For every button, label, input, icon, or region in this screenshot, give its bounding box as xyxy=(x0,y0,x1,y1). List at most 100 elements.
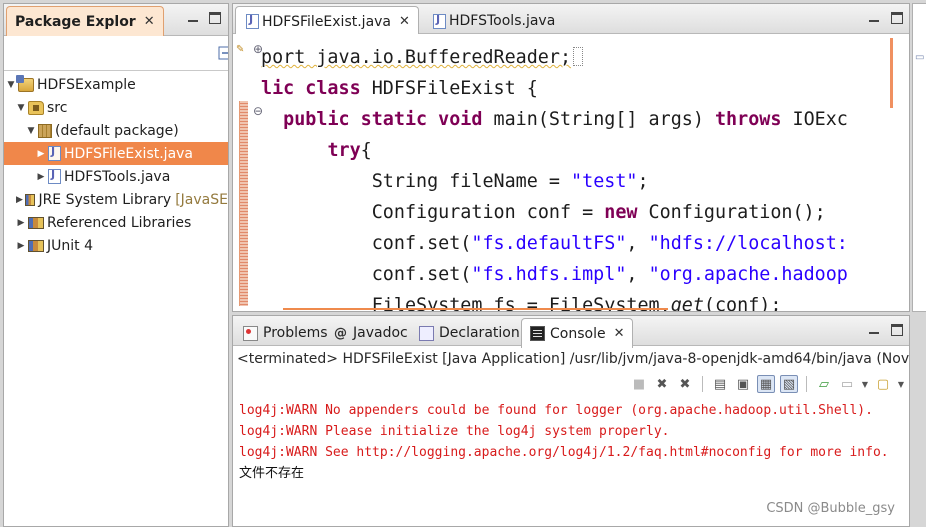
library-icon xyxy=(28,216,44,229)
toolbar-separator xyxy=(702,376,703,392)
collapsed-triangle-icon[interactable]: ▶ xyxy=(16,241,26,251)
project-tree: ▼ HDFSExample ▼ src ▼ (default package) … xyxy=(4,70,228,254)
terminate-icon[interactable]: ■ xyxy=(630,375,648,393)
overview-ruler-marker xyxy=(890,38,893,108)
tree-item-jre-library[interactable]: ▶ JRE System Library [JavaSE xyxy=(4,188,228,211)
tree-item-label: Referenced Libraries xyxy=(47,214,192,231)
problems-icon xyxy=(243,325,258,341)
outline-icon[interactable]: ▭ xyxy=(915,52,924,63)
tab-problems[interactable]: Problems xyxy=(235,318,336,348)
chevron-down-icon[interactable]: ▼ xyxy=(861,375,869,393)
scroll-lock-icon[interactable]: ▣ xyxy=(734,375,752,393)
pin-console-icon[interactable]: ▱ xyxy=(815,375,833,393)
code-line: public static void main(String[] args) t… xyxy=(283,109,848,130)
maximize-icon[interactable] xyxy=(209,12,221,24)
java-file-icon xyxy=(48,145,61,161)
source-code: port java.io.BufferedReader; lic class HD… xyxy=(261,42,848,311)
toolbar-separator xyxy=(806,376,807,392)
java-file-icon xyxy=(48,168,61,184)
console-line: log4j:WARN No appenders could be found f… xyxy=(239,403,873,418)
console-line: log4j:WARN See http://logging.apache.org… xyxy=(239,445,889,460)
collapse-all-icon[interactable] xyxy=(218,46,228,64)
tab-label: Problems xyxy=(263,325,328,341)
console-line: log4j:WARN Please initialize the log4j s… xyxy=(239,424,670,439)
library-icon xyxy=(24,193,36,206)
package-explorer-view: Package Explor ✕ ▼ ▼ HDFSExample ▼ src ▼… xyxy=(3,3,229,527)
tab-hdfsfileexist[interactable]: HDFSFileExist.java ✕ xyxy=(235,6,419,36)
source-folder-icon xyxy=(28,100,44,115)
warning-marker-icon: ✎ xyxy=(236,44,245,55)
declaration-icon xyxy=(419,325,434,341)
cursor xyxy=(573,47,584,66)
tab-label: Declaration xyxy=(439,325,520,341)
minimize-icon[interactable] xyxy=(188,14,198,22)
editor-tabbar: HDFSFileExist.java ✕ HDFSTools.java xyxy=(233,4,909,36)
expand-triangle-icon[interactable]: ▼ xyxy=(16,103,26,113)
collapsed-triangle-icon[interactable]: ▶ xyxy=(16,218,26,228)
code-line: Configuration conf = new Configuration()… xyxy=(371,202,826,223)
tab-javadoc[interactable]: @ Javadoc xyxy=(325,318,416,348)
collapsed-triangle-icon[interactable]: ▶ xyxy=(36,172,46,182)
tab-label: Javadoc xyxy=(353,325,408,341)
show-on-stderr-icon[interactable]: ▧ xyxy=(780,375,798,393)
show-on-stdout-icon[interactable]: ▦ xyxy=(757,375,775,393)
expand-triangle-icon[interactable]: ▼ xyxy=(26,126,36,136)
package-explorer-toolbar: ▼ xyxy=(148,38,228,68)
library-icon xyxy=(28,239,44,252)
tree-item-label: src xyxy=(47,99,68,116)
remove-all-terminated-icon[interactable]: ✖ xyxy=(676,375,694,393)
console-view: Problems @ Javadoc Declaration Console ✕… xyxy=(232,315,910,527)
tab-hdfstools[interactable]: HDFSTools.java xyxy=(423,6,563,36)
maximize-icon[interactable] xyxy=(891,12,903,24)
tree-item-hdfstools[interactable]: ▶ HDFSTools.java xyxy=(4,165,228,188)
code-editor[interactable]: ✎ ⊕ ⊖ port java.io.BufferedReader; lic cl… xyxy=(233,34,909,311)
clear-console-icon[interactable]: ▤ xyxy=(711,375,729,393)
tree-item-label: (default package) xyxy=(55,122,179,139)
close-icon[interactable]: ✕ xyxy=(399,14,410,29)
close-icon[interactable]: ✕ xyxy=(144,14,155,29)
tab-label: Package Explor xyxy=(15,13,136,30)
collapsed-side-view[interactable]: ▭ xyxy=(912,3,926,312)
tree-item-junit[interactable]: ▶ JUnit 4 xyxy=(4,234,228,257)
maximize-icon[interactable] xyxy=(891,324,903,336)
console-line: 文件不存在 xyxy=(239,466,305,481)
tree-item-hdfsfileexist[interactable]: ▶ HDFSFileExist.java xyxy=(4,142,228,165)
tree-item-label: JUnit 4 xyxy=(47,237,93,254)
code-line: lic class HDFSFileExist { xyxy=(261,78,538,99)
code-line: try{ xyxy=(327,140,372,161)
tab-console[interactable]: Console ✕ xyxy=(521,318,634,348)
code-line: port java.io.BufferedReader; xyxy=(261,42,848,73)
collapsed-triangle-icon[interactable]: ▶ xyxy=(16,195,23,205)
watermark: CSDN @Bubble_gsy xyxy=(766,501,895,516)
code-line: String fileName = "test"; xyxy=(371,171,649,192)
tree-item-default-package[interactable]: ▼ (default package) xyxy=(4,119,228,142)
display-selected-console-icon[interactable]: ▭ xyxy=(838,375,856,393)
console-toolbar: ■ ✖ ✖ ▤ ▣ ▦ ▧ ▱ ▭ ▼ ▢ ▼ xyxy=(630,372,905,396)
change-markers xyxy=(239,101,248,306)
editor-view: HDFSFileExist.java ✕ HDFSTools.java ✎ ⊕ … xyxy=(232,3,910,312)
tree-item-label: HDFSTools.java xyxy=(64,168,171,185)
annotation-ruler: ✎ xyxy=(235,34,249,311)
expand-triangle-icon[interactable]: ▼ xyxy=(6,80,16,90)
close-icon[interactable]: ✕ xyxy=(614,326,625,341)
java-file-icon xyxy=(433,13,446,29)
minimize-icon[interactable] xyxy=(869,326,879,334)
package-explorer-tabbar: Package Explor ✕ xyxy=(4,4,228,36)
java-file-icon xyxy=(246,13,259,29)
javadoc-icon: @ xyxy=(334,325,347,341)
open-console-icon[interactable]: ▢ xyxy=(874,375,892,393)
tree-item-src[interactable]: ▼ src xyxy=(4,96,228,119)
tree-item-project[interactable]: ▼ HDFSExample xyxy=(4,73,228,96)
console-icon xyxy=(530,326,545,341)
tab-declaration[interactable]: Declaration xyxy=(411,318,528,348)
collapsed-triangle-icon[interactable]: ▶ xyxy=(36,149,46,159)
tree-item-referenced-libraries[interactable]: ▶ Referenced Libraries xyxy=(4,211,228,234)
minimize-icon[interactable] xyxy=(869,14,879,22)
remove-launch-icon[interactable]: ✖ xyxy=(653,375,671,393)
tree-item-label: HDFSFileExist.java xyxy=(64,145,194,162)
tab-label: Console xyxy=(550,325,606,342)
tab-package-explorer[interactable]: Package Explor ✕ xyxy=(6,6,164,36)
tab-label: HDFSTools.java xyxy=(449,13,556,29)
chevron-down-icon[interactable]: ▼ xyxy=(897,375,905,393)
console-tabbar: Problems @ Javadoc Declaration Console ✕ xyxy=(233,316,909,348)
